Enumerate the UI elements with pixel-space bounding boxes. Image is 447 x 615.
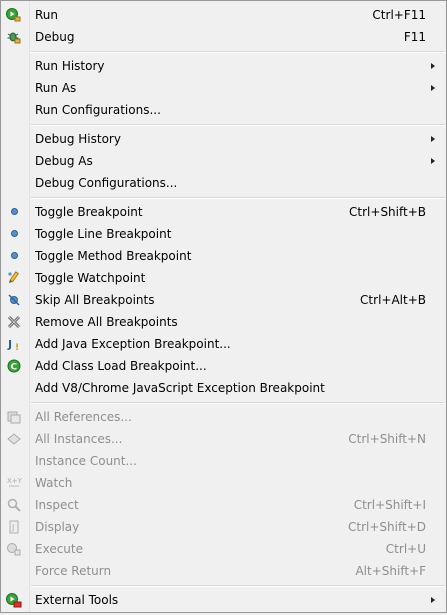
menu-item-label: Add Class Load Breakpoint... bbox=[35, 359, 207, 373]
menu-item-label: Add V8/Chrome JavaScript Exception Break… bbox=[35, 381, 325, 395]
menu-item-shortcut: Ctrl+Shift+I bbox=[353, 498, 426, 512]
menu-item-label: External Tools bbox=[35, 593, 119, 607]
menu-item-label: Run Configurations... bbox=[35, 103, 161, 117]
menu-item-toggle-breakpoint[interactable]: Toggle Breakpoint Ctrl+Shift+B bbox=[1, 201, 446, 223]
menu-item-toggle-line-breakpoint[interactable]: Toggle Line Breakpoint bbox=[1, 223, 446, 245]
menu-item-label: Inspect bbox=[35, 498, 79, 512]
menu-item-toggle-method-breakpoint[interactable]: Toggle Method Breakpoint bbox=[1, 245, 446, 267]
references-icon bbox=[6, 409, 22, 425]
menu-item-add-v8-exception-breakpoint[interactable]: Add V8/Chrome JavaScript Exception Break… bbox=[1, 377, 446, 399]
run-menu: Run Ctrl+F11 Debug F11 Run History Run A… bbox=[0, 0, 447, 613]
display-icon: J bbox=[6, 519, 22, 535]
menu-item-shortcut: Ctrl+Shift+B bbox=[349, 205, 426, 219]
submenu-arrow-icon bbox=[431, 597, 435, 603]
menu-item-label: Display bbox=[35, 520, 80, 534]
menu-item-label: Add Java Exception Breakpoint... bbox=[35, 337, 231, 351]
watch-expression-icon: X+Y bbox=[6, 475, 23, 491]
menu-item-label: Skip All Breakpoints bbox=[35, 293, 155, 307]
menu-item-watch[interactable]: X+Y Watch bbox=[1, 472, 446, 494]
menu-item-label: Remove All Breakpoints bbox=[35, 315, 178, 329]
menu-item-shortcut: Ctrl+U bbox=[385, 542, 426, 556]
menu-item-execute[interactable]: Execute Ctrl+U bbox=[1, 538, 446, 560]
execute-icon bbox=[6, 541, 22, 557]
external-tools-icon bbox=[6, 592, 22, 608]
menu-item-remove-all-breakpoints[interactable]: Remove All Breakpoints bbox=[1, 311, 446, 333]
menu-item-run-as[interactable]: Run As bbox=[1, 77, 446, 99]
menu-item-debug[interactable]: Debug F11 bbox=[1, 26, 446, 48]
menu-item-shortcut: Ctrl+Alt+B bbox=[360, 293, 426, 307]
run-icon bbox=[6, 7, 22, 23]
breakpoint-dot-icon bbox=[6, 248, 22, 264]
menu-item-force-return[interactable]: Force Return Alt+Shift+F bbox=[1, 560, 446, 582]
menu-item-add-java-exception-breakpoint[interactable]: J ! Add Java Exception Breakpoint... bbox=[1, 333, 446, 355]
menu-item-label: Watch bbox=[35, 476, 73, 490]
menu-item-label: Debug Configurations... bbox=[35, 176, 178, 190]
menu-item-label: Run bbox=[35, 8, 59, 22]
submenu-arrow-icon bbox=[431, 63, 435, 69]
menu-item-shortcut: Alt+Shift+F bbox=[355, 564, 426, 578]
svg-text:!: ! bbox=[15, 343, 19, 352]
menu-separator bbox=[1, 194, 446, 201]
menu-item-label: Run History bbox=[35, 59, 105, 73]
menu-item-label: Debug As bbox=[35, 154, 93, 168]
menu-item-label: Toggle Line Breakpoint bbox=[35, 227, 172, 241]
menu-item-toggle-watchpoint[interactable]: Toggle Watchpoint bbox=[1, 267, 446, 289]
skip-breakpoints-icon bbox=[6, 292, 22, 308]
svg-text:J: J bbox=[11, 523, 14, 532]
menu-item-run-configurations[interactable]: Run Configurations... bbox=[1, 99, 446, 121]
menu-item-label: Debug bbox=[35, 30, 75, 44]
menu-item-all-instances[interactable]: All Instances... Ctrl+Shift+N bbox=[1, 428, 446, 450]
menu-item-run[interactable]: Run Ctrl+F11 bbox=[1, 4, 446, 26]
menu-item-label: Execute bbox=[35, 542, 83, 556]
menu-item-label: Force Return bbox=[35, 564, 112, 578]
menu-item-debug-as[interactable]: Debug As bbox=[1, 150, 446, 172]
menu-item-add-class-load-breakpoint[interactable]: C Add Class Load Breakpoint... bbox=[1, 355, 446, 377]
menu-item-all-references[interactable]: All References... bbox=[1, 406, 446, 428]
menu-item-shortcut: Ctrl+Shift+D bbox=[348, 520, 426, 534]
menu-item-run-history[interactable]: Run History bbox=[1, 55, 446, 77]
menu-item-label: Instance Count... bbox=[35, 454, 137, 468]
submenu-arrow-icon bbox=[431, 136, 435, 142]
menu-item-inspect[interactable]: Inspect Ctrl+Shift+I bbox=[1, 494, 446, 516]
menu-item-instance-count[interactable]: Instance Count... bbox=[1, 450, 446, 472]
menu-item-display[interactable]: J Display Ctrl+Shift+D bbox=[1, 516, 446, 538]
instances-icon bbox=[6, 431, 22, 447]
menu-item-label: Toggle Watchpoint bbox=[35, 271, 146, 285]
svg-text:J: J bbox=[7, 338, 12, 351]
breakpoint-dot-icon bbox=[6, 226, 22, 242]
menu-item-label: All References... bbox=[35, 410, 132, 424]
svg-text:X+Y: X+Y bbox=[7, 477, 22, 485]
breakpoint-dot-icon bbox=[6, 204, 22, 220]
menu-item-shortcut: Ctrl+F11 bbox=[372, 8, 426, 22]
menu-item-label: Toggle Breakpoint bbox=[35, 205, 143, 219]
menu-separator bbox=[1, 582, 446, 589]
menu-item-debug-history[interactable]: Debug History bbox=[1, 128, 446, 150]
submenu-arrow-icon bbox=[431, 85, 435, 91]
menu-item-label: Run As bbox=[35, 81, 77, 95]
watchpoint-icon bbox=[6, 270, 22, 286]
menu-item-label: All Instances... bbox=[35, 432, 123, 446]
svg-text:C: C bbox=[11, 363, 18, 373]
menu-item-label: Debug History bbox=[35, 132, 121, 146]
inspect-icon bbox=[6, 497, 22, 513]
debug-icon bbox=[6, 29, 22, 45]
menu-item-shortcut: Ctrl+Shift+N bbox=[348, 432, 426, 446]
menu-separator bbox=[1, 121, 446, 128]
menu-separator bbox=[1, 48, 446, 55]
menu-item-shortcut: F11 bbox=[403, 30, 426, 44]
menu-item-skip-all-breakpoints[interactable]: Skip All Breakpoints Ctrl+Alt+B bbox=[1, 289, 446, 311]
submenu-arrow-icon bbox=[431, 158, 435, 164]
java-exception-icon: J ! bbox=[6, 336, 22, 353]
menu-item-debug-configurations[interactable]: Debug Configurations... bbox=[1, 172, 446, 194]
menu-separator bbox=[1, 399, 446, 406]
remove-all-icon bbox=[6, 314, 22, 330]
menu-item-external-tools[interactable]: External Tools bbox=[1, 589, 446, 611]
class-load-icon: C bbox=[6, 358, 22, 374]
menu-item-label: Toggle Method Breakpoint bbox=[35, 249, 192, 263]
